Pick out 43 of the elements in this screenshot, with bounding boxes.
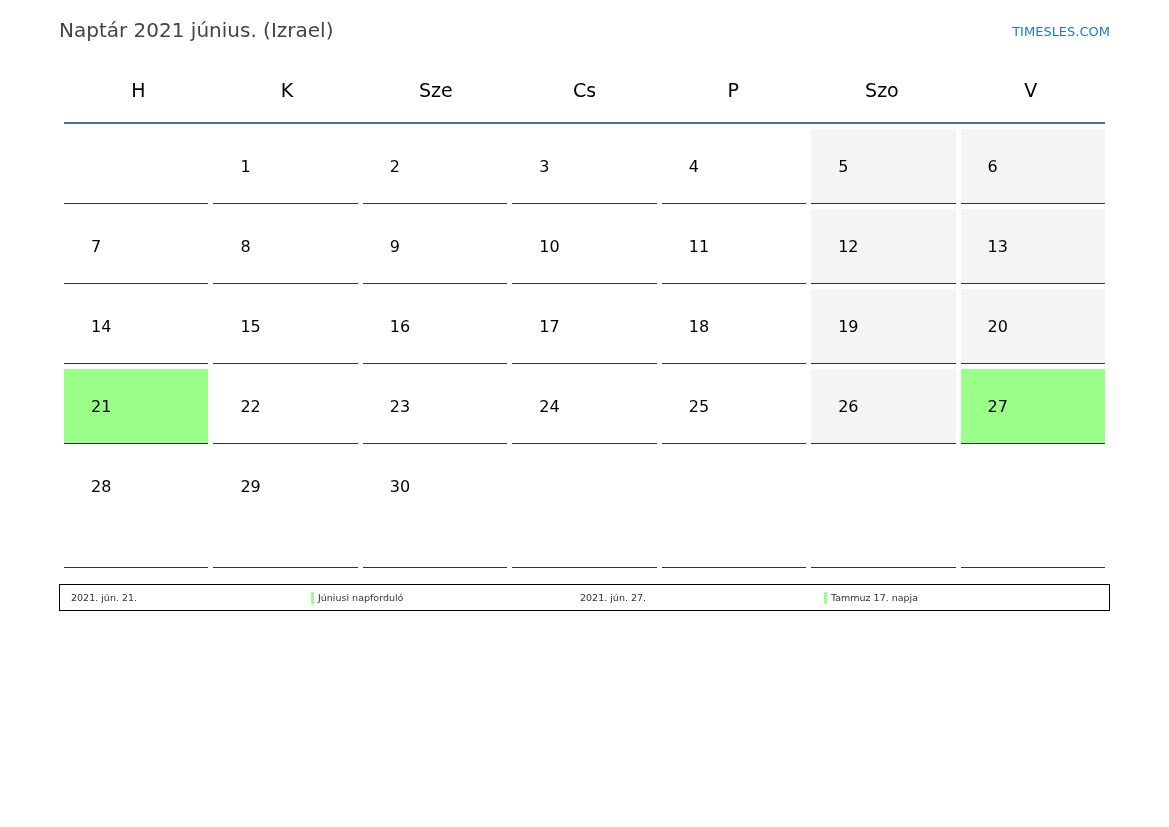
day-number: 28 (91, 477, 112, 496)
day-number: 19 (838, 317, 859, 336)
day-number: 13 (987, 237, 1008, 256)
day-number: 16 (389, 317, 411, 336)
calendar-title: Naptár 2021 június. (Izrael) (59, 18, 334, 42)
day-number: 29 (240, 477, 261, 496)
holiday-name: Tammuz 17. napja (831, 592, 919, 603)
day-number: 14 (91, 317, 112, 336)
day-number: 1 (240, 157, 251, 176)
holiday-date: 2021. jún. 27. (580, 592, 648, 603)
day-number: 11 (688, 237, 710, 256)
weekday-header: V (1023, 79, 1039, 101)
day-number: 27 (987, 397, 1008, 416)
day-number: 26 (838, 397, 859, 416)
weekday-header: Sze (417, 79, 454, 101)
day-number: 20 (987, 317, 1008, 336)
day-number: 10 (539, 237, 560, 256)
site-link[interactable]: TIMESLES.COM (1012, 24, 1110, 39)
day-number: 2 (389, 157, 401, 176)
holiday-date: 2021. jún. 21. (71, 592, 139, 603)
day-number: 9 (389, 237, 401, 256)
day-number: 24 (539, 397, 560, 416)
day-number: 5 (838, 157, 849, 176)
day-number: 3 (539, 157, 550, 176)
holiday-name: Júniusi napforduló (318, 592, 404, 603)
day-number: 21 (91, 397, 112, 416)
weekday-header: Szo (864, 79, 900, 101)
day-number: 6 (987, 157, 998, 176)
day-number: 12 (838, 237, 859, 256)
day-number: 17 (539, 317, 560, 336)
day-number: 15 (240, 317, 261, 336)
weekday-header: H (130, 79, 147, 101)
weekday-header: K (279, 79, 295, 101)
weekday-header: P (726, 79, 740, 101)
day-number: 30 (389, 477, 411, 496)
weekday-header: Cs (571, 79, 598, 101)
day-number: 23 (389, 397, 411, 416)
day-number: 7 (91, 237, 102, 256)
day-number: 22 (240, 397, 261, 416)
day-number: 4 (688, 157, 699, 176)
day-number: 25 (688, 397, 710, 416)
day-number: 18 (688, 317, 710, 336)
day-number: 8 (240, 237, 251, 256)
